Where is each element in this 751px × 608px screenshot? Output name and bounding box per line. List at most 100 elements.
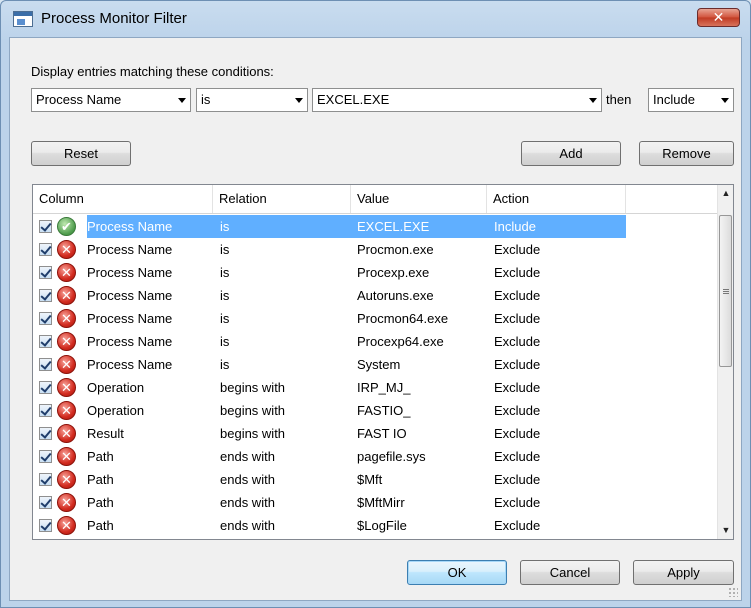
table-row[interactable]: ✔ Process Name is EXCEL.EXE Include: [33, 215, 718, 238]
scrollbar-thumb[interactable]: [719, 215, 732, 367]
cell-action: Exclude: [494, 334, 541, 349]
action-select[interactable]: Include: [648, 88, 734, 112]
table-row[interactable]: ✕ Operation begins with IRP_MJ_ Exclude: [33, 376, 718, 399]
table-row[interactable]: ✕ Path ends with pagefile.sys Exclude: [33, 445, 718, 468]
table-row[interactable]: ✕ Result begins with FAST IO Exclude: [33, 422, 718, 445]
cell-action: Exclude: [494, 472, 541, 487]
row-enabled-checkbox[interactable]: [39, 473, 52, 486]
scroll-up-button[interactable]: ▲: [718, 185, 733, 202]
x-circle-icon: ✕: [57, 470, 76, 489]
column-header-column[interactable]: Column: [33, 185, 213, 213]
table-row[interactable]: ✕ Path ends with $Mft Exclude: [33, 468, 718, 491]
cell-column: Process Name: [87, 334, 173, 349]
vertical-scrollbar[interactable]: ▲ ▼: [717, 185, 733, 539]
table-row[interactable]: ✕ Process Name is Procexp64.exe Exclude: [33, 330, 718, 353]
column-select[interactable]: Process Name: [31, 88, 191, 112]
chevron-down-icon: [295, 98, 303, 103]
column-header-action[interactable]: Action: [487, 185, 626, 213]
row-enabled-checkbox[interactable]: [39, 312, 52, 325]
conditions-label: Display entries matching these condition…: [31, 64, 274, 79]
row-enabled-checkbox[interactable]: [39, 519, 52, 532]
cell-value: IRP_MJ_: [357, 380, 411, 395]
cell-value: Autoruns.exe: [357, 288, 434, 303]
row-enabled-checkbox[interactable]: [39, 496, 52, 509]
cell-column: Process Name: [87, 265, 173, 280]
scroll-down-button[interactable]: ▼: [718, 522, 733, 539]
cell-relation: ends with: [220, 472, 275, 487]
cell-value: Procexp64.exe: [357, 334, 444, 349]
table-row[interactable]: ✕ Process Name is Procexp.exe Exclude: [33, 261, 718, 284]
cell-relation: ends with: [220, 495, 275, 510]
cell-column: Process Name: [87, 219, 173, 234]
x-circle-icon: ✕: [57, 447, 76, 466]
cell-relation: is: [220, 357, 230, 372]
reset-button[interactable]: Reset: [31, 141, 131, 166]
row-enabled-checkbox[interactable]: [39, 335, 52, 348]
x-circle-icon: ✕: [57, 286, 76, 305]
resize-grip-icon[interactable]: [728, 587, 738, 597]
table-row[interactable]: ✕ Process Name is System Exclude: [33, 353, 718, 376]
x-circle-icon: ✕: [57, 332, 76, 351]
table-row[interactable]: ✕ Process Name is Autoruns.exe Exclude: [33, 284, 718, 307]
cell-action: Exclude: [494, 495, 541, 510]
cell-action: Exclude: [494, 380, 541, 395]
app-window-icon: [13, 11, 33, 27]
row-enabled-checkbox[interactable]: [39, 427, 52, 440]
cell-value: $MftMirr: [357, 495, 405, 510]
table-row[interactable]: ✕ Path ends with $LogFile Exclude: [33, 514, 718, 537]
row-enabled-checkbox[interactable]: [39, 381, 52, 394]
value-combo-text: EXCEL.EXE: [317, 92, 390, 107]
table-row[interactable]: ✕ Path ends with $MftMirr Exclude: [33, 491, 718, 514]
cell-relation: begins with: [220, 403, 286, 418]
table-row[interactable]: ✕ Process Name is Procmon.exe Exclude: [33, 238, 718, 261]
x-circle-icon: ✕: [57, 240, 76, 259]
cell-relation: is: [220, 265, 230, 280]
cell-value: Procmon.exe: [357, 242, 434, 257]
column-header-relation[interactable]: Relation: [213, 185, 351, 213]
row-enabled-checkbox[interactable]: [39, 404, 52, 417]
row-enabled-checkbox[interactable]: [39, 266, 52, 279]
chevron-down-icon: [178, 98, 186, 103]
cell-value: FAST IO: [357, 426, 407, 441]
cell-action: Exclude: [494, 265, 541, 280]
action-select-value: Include: [653, 92, 695, 107]
row-enabled-checkbox[interactable]: [39, 243, 52, 256]
filter-list[interactable]: Column Relation Value Action ✔ Process Na…: [32, 184, 734, 540]
cell-action: Exclude: [494, 449, 541, 464]
cell-action: Exclude: [494, 403, 541, 418]
title-bar[interactable]: Process Monitor Filter ✕: [1, 1, 750, 37]
row-enabled-checkbox[interactable]: [39, 220, 52, 233]
relation-select[interactable]: is: [196, 88, 308, 112]
cancel-button[interactable]: Cancel: [520, 560, 620, 585]
cell-column: Operation: [87, 380, 145, 395]
filter-dialog: Process Monitor Filter ✕ Display entries…: [0, 0, 751, 608]
apply-button[interactable]: Apply: [633, 560, 734, 585]
cell-action: Exclude: [494, 426, 541, 441]
row-enabled-checkbox[interactable]: [39, 358, 52, 371]
column-header-value[interactable]: Value: [351, 185, 487, 213]
x-circle-icon: ✕: [57, 355, 76, 374]
cell-action: Exclude: [494, 311, 541, 326]
x-circle-icon: ✕: [57, 424, 76, 443]
value-combo[interactable]: EXCEL.EXE: [312, 88, 602, 112]
remove-button[interactable]: Remove: [639, 141, 734, 166]
close-button[interactable]: ✕: [697, 8, 740, 27]
row-enabled-checkbox[interactable]: [39, 450, 52, 463]
relation-select-value: is: [201, 92, 211, 107]
cell-value: EXCEL.EXE: [357, 219, 430, 234]
cell-column: Path: [87, 472, 114, 487]
cell-value: pagefile.sys: [357, 449, 426, 464]
cell-relation: begins with: [220, 426, 286, 441]
cell-relation: is: [220, 288, 230, 303]
add-button[interactable]: Add: [521, 141, 621, 166]
cell-action: Include: [494, 219, 536, 234]
table-row[interactable]: ✕ Process Name is Procmon64.exe Exclude: [33, 307, 718, 330]
cell-value: System: [357, 357, 401, 372]
row-enabled-checkbox[interactable]: [39, 289, 52, 302]
ok-button[interactable]: OK: [407, 560, 507, 585]
table-row[interactable]: ✕ Operation begins with FASTIO_ Exclude: [33, 399, 718, 422]
cell-column: Path: [87, 495, 114, 510]
cell-relation: begins with: [220, 380, 286, 395]
cell-column: Path: [87, 449, 114, 464]
cell-relation: is: [220, 219, 230, 234]
